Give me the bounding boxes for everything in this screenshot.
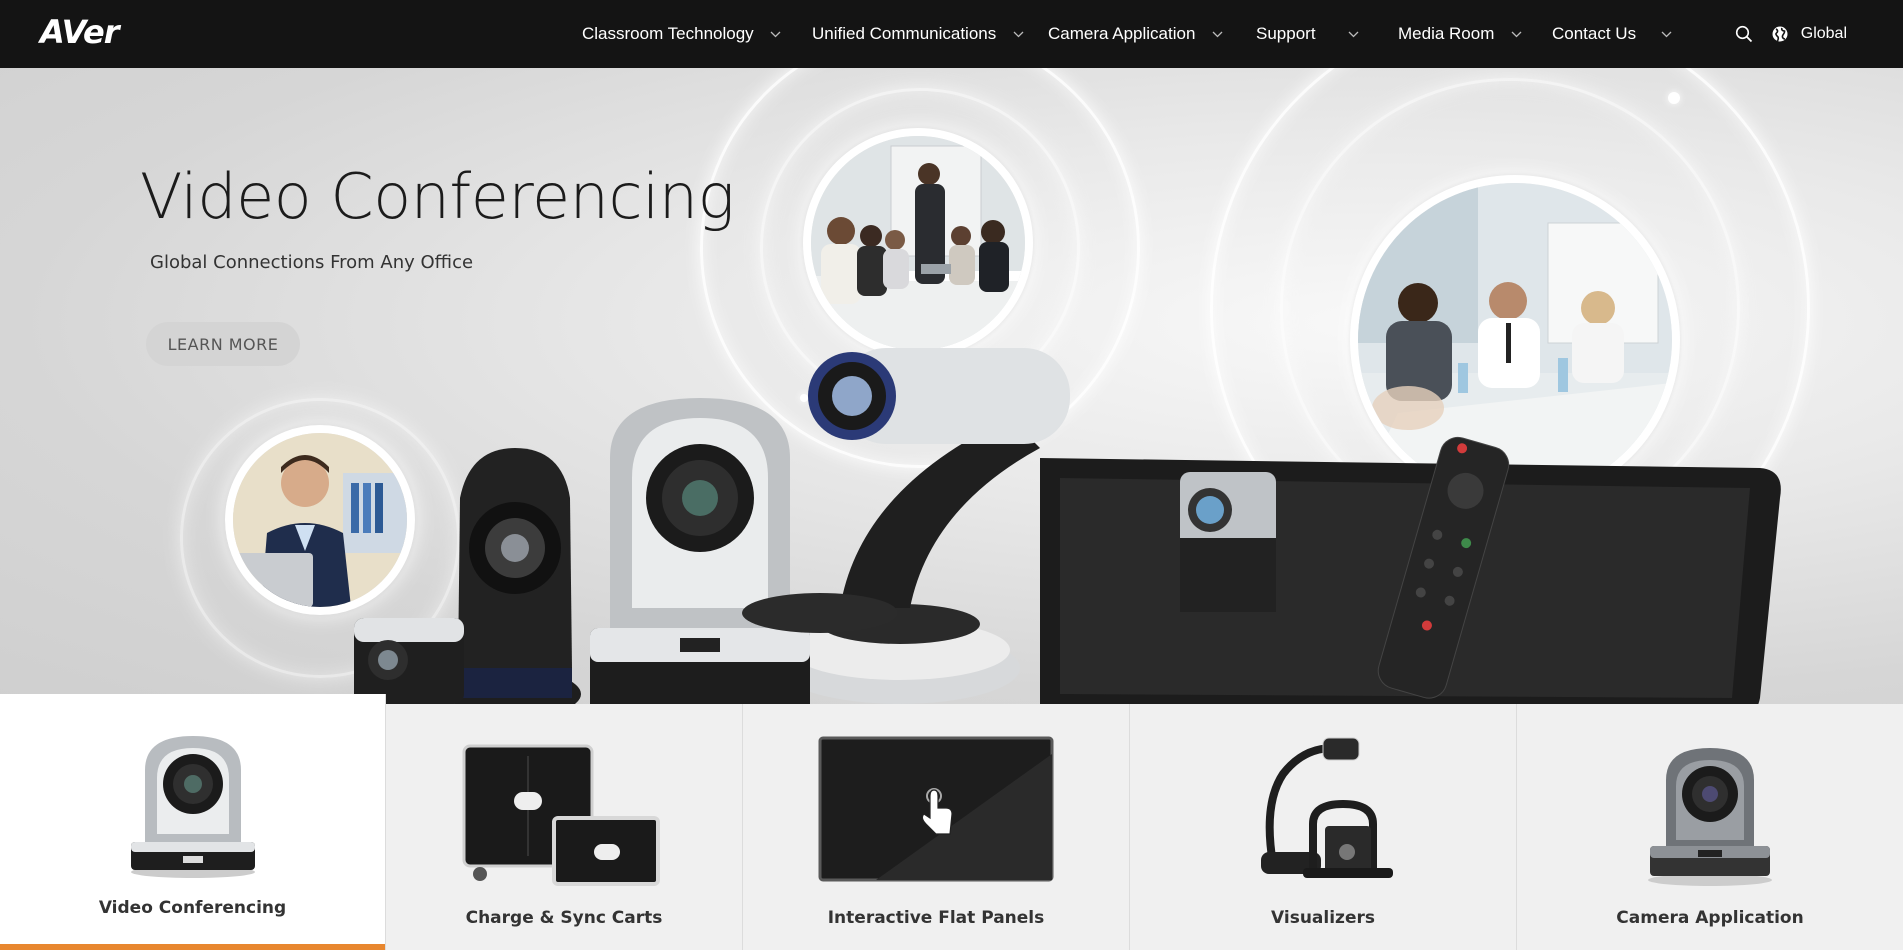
main-nav: Classroom Technology Unified Communicati… — [0, 0, 1903, 68]
category-camera-application[interactable]: Camera Application — [1517, 704, 1903, 950]
category-label: Interactive Flat Panels — [827, 908, 1045, 928]
site-header: AVer Classroom Technology Unified Commun… — [0, 0, 1903, 68]
cart-icon — [462, 744, 660, 886]
nav-label: Camera Application — [1048, 24, 1196, 43]
chevron-down-icon — [1346, 26, 1362, 42]
ptz-camera-icon — [130, 736, 255, 878]
category-label: Video Conferencing — [98, 898, 287, 918]
nav-label: Classroom Technology — [582, 24, 754, 43]
category-label: Camera Application — [1616, 908, 1804, 928]
glow-dot — [1668, 92, 1680, 104]
meeting-photo — [803, 128, 1033, 358]
header-tools: Global — [1733, 0, 1847, 68]
nav-item-support[interactable]: Support — [1256, 0, 1362, 68]
nav-label: Unified Communications — [812, 24, 997, 43]
chevron-down-icon — [1209, 26, 1225, 42]
category-label: Visualizers — [1271, 908, 1375, 928]
hero-subtitle: Global Connections From Any Office — [150, 252, 474, 273]
ptz-camera-icon — [1648, 748, 1772, 886]
chevron-down-icon — [1010, 26, 1026, 42]
flat-panel-icon — [818, 736, 1054, 882]
category-video-conferencing[interactable]: Video Conferencing — [0, 694, 386, 950]
chevron-down-icon — [1658, 26, 1674, 42]
nav-item-unified-communications[interactable]: Unified Communications — [812, 0, 1026, 68]
nav-label: Contact Us — [1552, 24, 1637, 43]
search-icon[interactable] — [1733, 23, 1755, 45]
chevron-down-icon — [1508, 26, 1524, 42]
nav-label: Media Room — [1398, 24, 1495, 43]
nav-item-classroom-technology[interactable]: Classroom Technology — [582, 0, 784, 68]
category-visualizers[interactable]: Visualizers — [1130, 704, 1517, 950]
category-charge-sync-carts[interactable]: Charge & Sync Carts — [386, 704, 743, 950]
active-indicator — [0, 944, 385, 950]
nav-item-contact-us[interactable]: Contact Us — [1552, 0, 1674, 68]
nav-item-camera-application[interactable]: Camera Application — [1048, 0, 1225, 68]
category-label: Charge & Sync Carts — [465, 908, 663, 928]
learn-more-button[interactable]: LEARN MORE — [146, 322, 300, 366]
category-interactive-flat-panels[interactable]: Interactive Flat Panels — [743, 704, 1130, 950]
globe-icon[interactable] — [1769, 23, 1791, 45]
visualizer-icon — [1261, 737, 1393, 878]
nav-label: Support — [1256, 24, 1316, 43]
region-label[interactable]: Global — [1801, 25, 1847, 43]
chevron-down-icon — [768, 26, 784, 42]
hero-title: Video Conferencing — [140, 160, 735, 233]
hero-banner: Video Conferencing Global Connections Fr… — [0, 68, 1903, 704]
product-lineup — [354, 348, 1781, 704]
nav-item-media-room[interactable]: Media Room — [1398, 0, 1524, 68]
category-strip: Video Conferencing Charge & Sync Carts I… — [0, 694, 1903, 950]
